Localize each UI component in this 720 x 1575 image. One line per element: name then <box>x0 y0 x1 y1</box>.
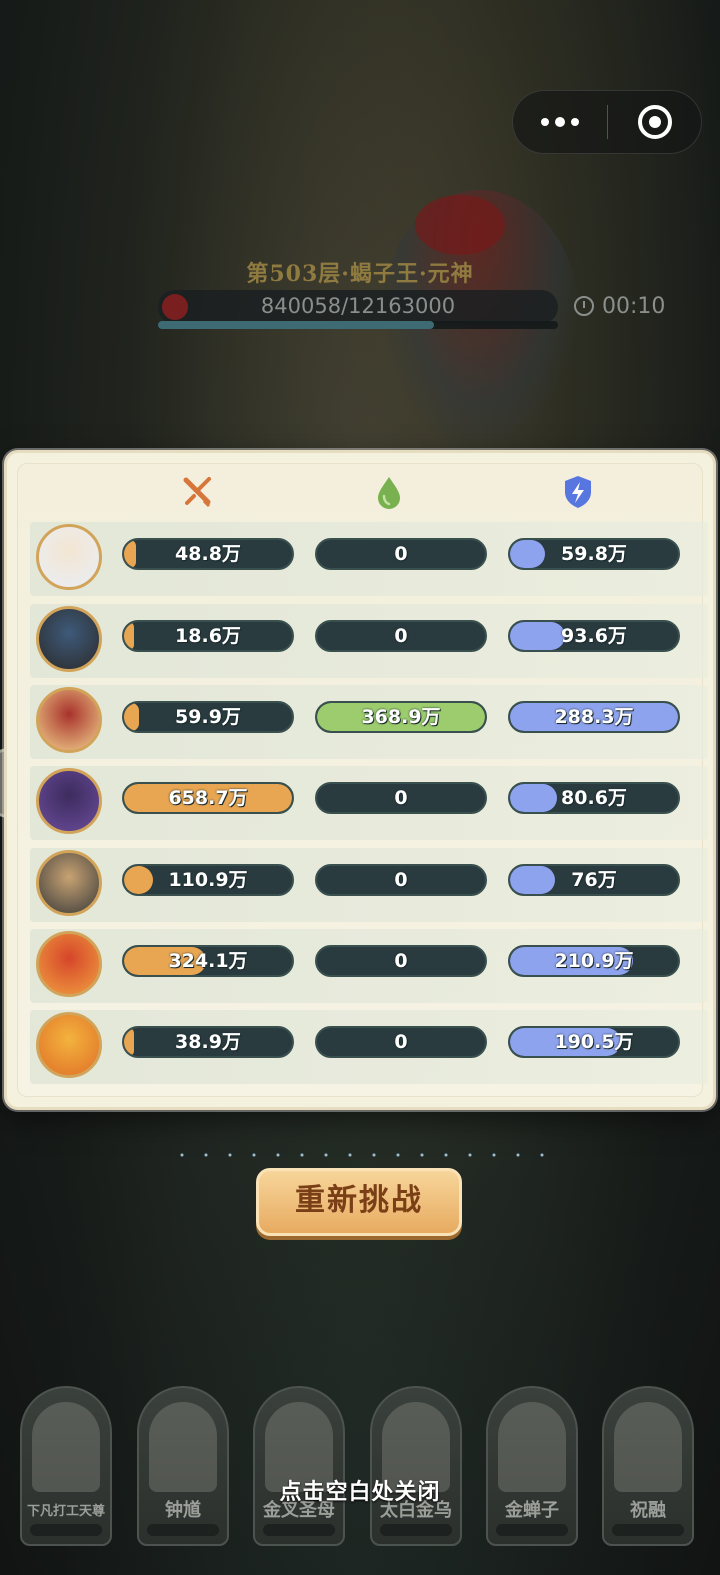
heal-bar-value: 0 <box>394 1031 408 1053</box>
shield-bar: 80.6万 <box>508 782 680 814</box>
hero-card[interactable]: 金叉圣母 <box>253 1386 345 1546</box>
shield-bar: 76万 <box>508 864 680 896</box>
attack-bar: 18.6万 <box>122 620 294 652</box>
boss-claw <box>415 195 505 255</box>
hero-avatar[interactable] <box>36 606 102 672</box>
heal-bar: 0 <box>315 1026 487 1058</box>
shield-bar-value: 210.9万 <box>554 950 634 972</box>
heal-bar: 368.9万 <box>315 701 487 733</box>
attack-bar-value: 59.9万 <box>175 706 241 728</box>
stats-row: 18.6万 0 93.6万 <box>30 604 708 678</box>
sparkle-divider <box>170 1150 550 1160</box>
hero-card-bar <box>263 1524 335 1536</box>
hero-card-bar <box>612 1524 684 1536</box>
droplet-icon <box>378 477 400 509</box>
hero-card[interactable]: 祝融 <box>602 1386 694 1546</box>
stats-row: 59.9万 368.9万 288.3万 <box>30 685 708 759</box>
heal-bar-value: 0 <box>394 625 408 647</box>
attack-bar: 324.1万 <box>122 945 294 977</box>
shield-bar: 210.9万 <box>508 945 680 977</box>
stats-row: 48.8万 0 59.8万 <box>30 522 708 596</box>
heal-bar: 0 <box>315 864 487 896</box>
shield-bar: 59.8万 <box>508 538 680 570</box>
heal-bar: 0 <box>315 945 487 977</box>
heal-bar: 0 <box>315 782 487 814</box>
hero-card[interactable]: 钟馗 <box>137 1386 229 1546</box>
tap-to-close-hint[interactable]: 点击空白处关闭 <box>0 1474 720 1506</box>
lightning-shield-icon <box>565 476 591 508</box>
attack-bar: 59.9万 <box>122 701 294 733</box>
attack-bar: 658.7万 <box>122 782 294 814</box>
shield-bar: 190.5万 <box>508 1026 680 1058</box>
boss-hp-progress-fill <box>158 321 434 329</box>
attack-bar-value: 324.1万 <box>168 950 248 972</box>
hero-avatar[interactable] <box>36 687 102 753</box>
boss-hp-text: 840058/12163000 <box>260 294 456 318</box>
hero-card[interactable]: 太白金乌 <box>370 1386 462 1546</box>
timer-text: 00:10 <box>602 293 666 319</box>
attack-bar: 110.9万 <box>122 864 294 896</box>
hero-avatar[interactable] <box>36 1012 102 1078</box>
shield-bar-value: 190.5万 <box>554 1031 634 1053</box>
attack-bar-value: 110.9万 <box>168 869 248 891</box>
hero-avatar[interactable] <box>36 850 102 916</box>
heal-bar-value: 0 <box>394 543 408 565</box>
heal-bar-value: 0 <box>394 787 408 809</box>
hero-card-bar <box>496 1524 568 1536</box>
retry-challenge-button[interactable]: 重新挑战 <box>256 1168 462 1236</box>
floor-title: 第503层·蝎子王·元神 <box>246 261 474 287</box>
hero-avatar[interactable] <box>36 524 102 590</box>
heal-bar-value: 368.9万 <box>361 706 441 728</box>
more-dots-icon[interactable] <box>513 90 607 154</box>
hero-card-bar <box>380 1524 452 1536</box>
attack-bar: 38.9万 <box>122 1026 294 1058</box>
attack-bar: 48.8万 <box>122 538 294 570</box>
attack-bar-value: 48.8万 <box>175 543 241 565</box>
shield-bar-value: 59.8万 <box>561 543 627 565</box>
clock-icon <box>574 296 594 316</box>
stats-row: 324.1万 0 210.9万 <box>30 929 708 1003</box>
attack-bar-value: 38.9万 <box>175 1031 241 1053</box>
stats-row: 658.7万 0 80.6万 <box>30 766 708 840</box>
shield-bar: 288.3万 <box>508 701 680 733</box>
shield-bar-value: 288.3万 <box>554 706 634 728</box>
hero-avatar[interactable] <box>36 931 102 997</box>
hero-avatar[interactable] <box>36 768 102 834</box>
stats-row: 110.9万 0 76万 <box>30 848 708 922</box>
hero-card-bar <box>147 1524 219 1536</box>
shield-bar-value: 80.6万 <box>561 787 627 809</box>
shield-bar-value: 76万 <box>571 869 617 891</box>
attack-bar-value: 658.7万 <box>168 787 248 809</box>
crossed-swords-icon <box>183 477 211 508</box>
stats-row: 38.9万 0 190.5万 <box>30 1010 708 1084</box>
hero-card[interactable]: 下凡打工天尊 <box>20 1386 112 1546</box>
hero-card-bar <box>30 1524 102 1536</box>
target-circle-icon[interactable] <box>608 90 701 154</box>
boss-hp-bar: 840058/12163000 <box>158 290 558 324</box>
heal-bar-value: 0 <box>394 950 408 972</box>
heal-bar-value: 0 <box>394 869 408 891</box>
shield-bar-value: 93.6万 <box>561 625 627 647</box>
heal-bar: 0 <box>315 538 487 570</box>
attack-bar-value: 18.6万 <box>175 625 241 647</box>
boss-hp-progress <box>158 321 558 329</box>
miniprogram-capsule <box>512 90 702 154</box>
hero-card[interactable]: 金蝉子 <box>486 1386 578 1546</box>
shield-bar: 93.6万 <box>508 620 680 652</box>
heal-bar: 0 <box>315 620 487 652</box>
battle-timer: 00:10 <box>574 290 665 322</box>
